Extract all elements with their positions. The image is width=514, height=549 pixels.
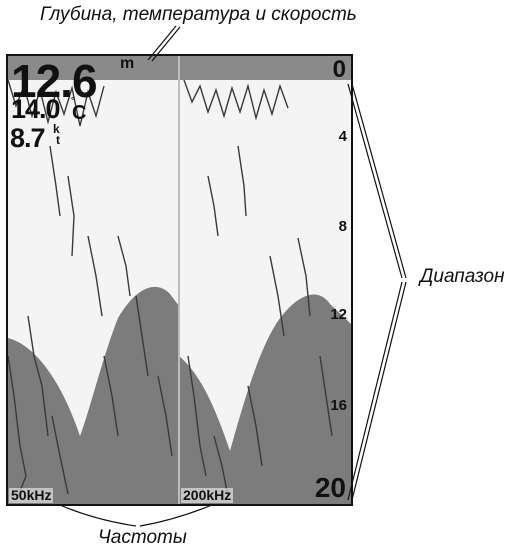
leader-range-lower-2 [351, 281, 407, 501]
callout-frequencies: Частоты [98, 527, 187, 548]
depth-scale-top: 0 [332, 56, 346, 83]
frequency-label-left: 50kHz [9, 487, 54, 504]
callout-depth-temperature-speed: Глубина, температура и скорость [40, 4, 357, 25]
depth-scale-bottom: 20 [314, 472, 346, 503]
leader-range-upper-2 [351, 83, 407, 279]
depth-scale-tick: 4 [338, 128, 347, 145]
temperature-readout: 14.0 [11, 94, 61, 124]
leader-frequency-left [59, 504, 137, 527]
leader-range-lower [347, 281, 403, 501]
speed-readout: 8.7 [10, 123, 46, 153]
speed-unit-t: t [56, 133, 60, 147]
leader-frequency-right [139, 504, 213, 527]
depth-scale-tick: 12 [330, 306, 347, 323]
depth-scale-tick: 8 [338, 218, 347, 235]
depth-scale-tick: 16 [330, 397, 347, 414]
depth-unit: m [120, 55, 135, 72]
leader-range-upper [347, 83, 403, 279]
callout-range: Диапазон [420, 266, 505, 287]
temperature-unit: C [72, 102, 87, 124]
sonar-screen: 12.6 m 14.0 ° C 8.7 k t 0 4 8 12 16 20 5… [6, 54, 353, 506]
frequency-label-right: 200kHz [181, 487, 234, 504]
